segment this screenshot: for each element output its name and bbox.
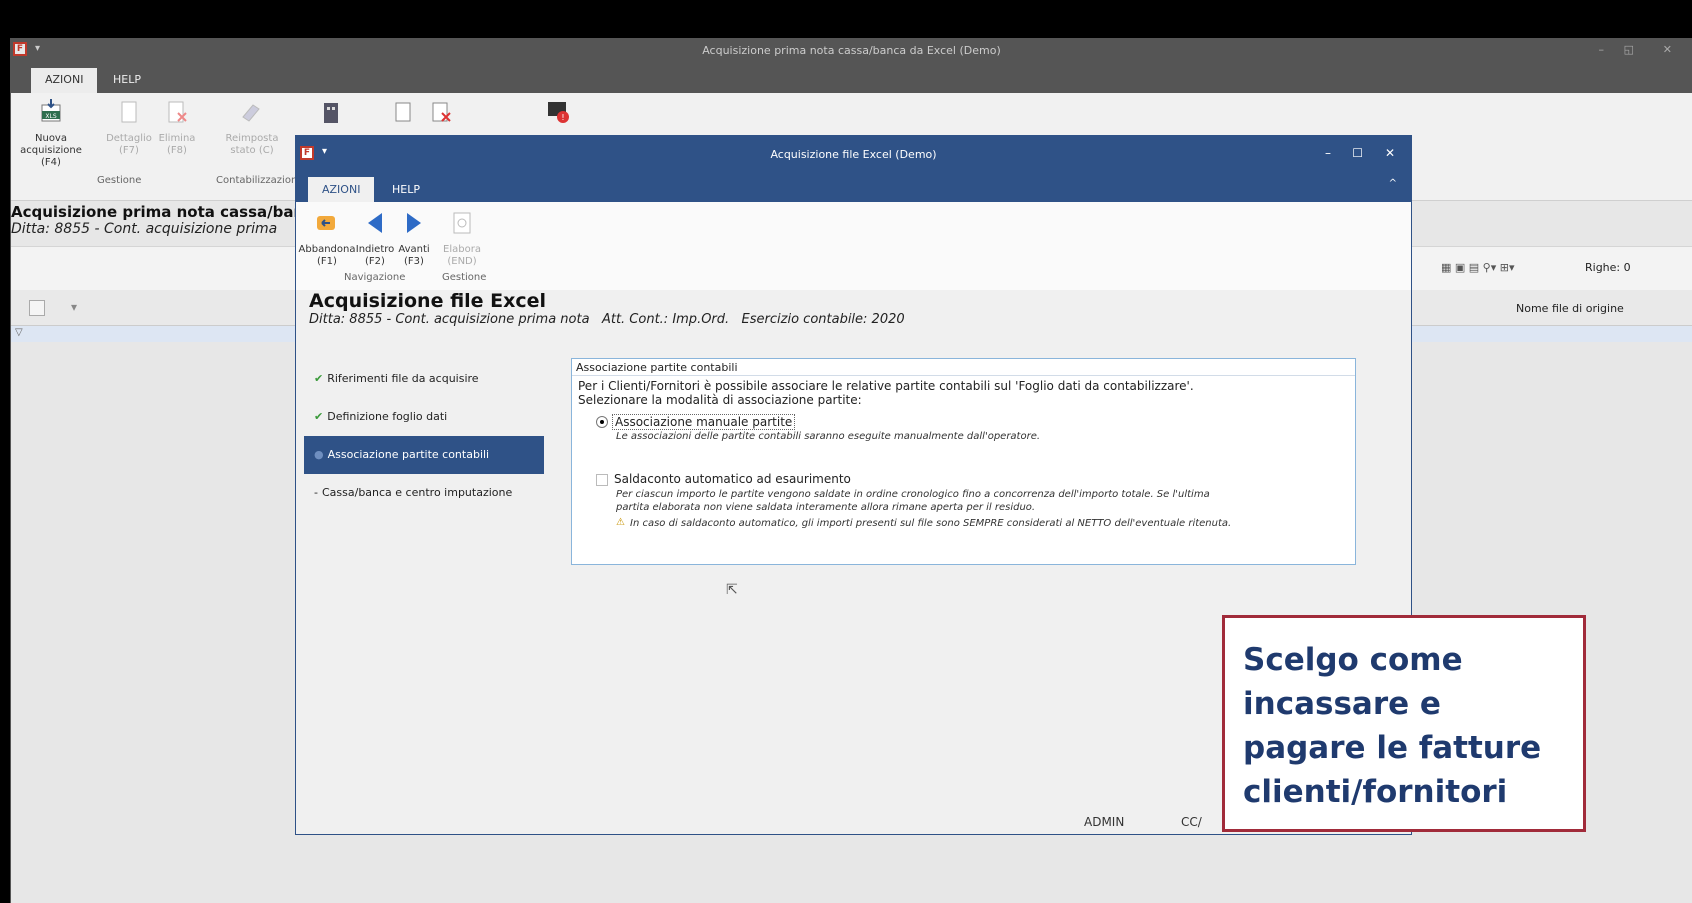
- close-button[interactable]: ✕: [1663, 43, 1672, 56]
- pending-step-icon: -: [314, 486, 318, 499]
- page-title: Acquisizione prima nota cassa/banca: [11, 203, 324, 221]
- dialog-title-bar: F ▾ Acquisizione file Excel (Demo) – ☐ ✕: [296, 136, 1411, 172]
- tab-help[interactable]: HELP: [99, 68, 155, 93]
- delete-document-icon: [168, 101, 187, 123]
- panel-intro-1: Per i Clienti/Fornitori è possibile asso…: [578, 379, 1194, 393]
- dialog-heading: Acquisizione file Excel: [309, 290, 547, 312]
- panel-header: Associazione partite contabili: [572, 359, 1355, 376]
- main-tab-bar: AZIONI HELP: [11, 64, 1692, 93]
- main-title-bar: F ▾ Acquisizione prima nota cassa/banca …: [11, 38, 1692, 64]
- opt-saldaconto-note-2: partita elaborata non viene saldata inte…: [616, 502, 1036, 513]
- dialog-subheading: Ditta: 8855 - Cont. acquisizione prima n…: [309, 312, 905, 327]
- radio-associazione-manuale[interactable]: [596, 416, 608, 428]
- elimina-button[interactable]: Elimina (F8): [157, 99, 197, 157]
- forward-arrow-icon: [407, 213, 421, 233]
- rows-count: Righe: 0: [1585, 261, 1631, 274]
- step-riferimenti[interactable]: ✔ Riferimenti file da acquisire: [304, 360, 544, 398]
- status-cc: CC/: [1181, 815, 1202, 829]
- dettaglio-label: Dettaglio (F7): [106, 133, 152, 156]
- avanti-button[interactable]: Avanti (F3): [394, 210, 434, 268]
- dialog-close-button[interactable]: ✕: [1385, 146, 1395, 160]
- step-cassa-banca[interactable]: - Cassa/banca e centro imputazione: [304, 474, 544, 512]
- dialog-minimize-button[interactable]: –: [1325, 146, 1331, 160]
- nuova-acquisizione-button[interactable]: XLS Nuova acquisizione (F4): [11, 99, 91, 169]
- dialog-tab-bar: AZIONI HELP ^: [296, 172, 1411, 202]
- step-label: Definizione foglio dati: [327, 410, 448, 423]
- minimize-button[interactable]: –: [1599, 43, 1605, 56]
- print-icon: [395, 102, 411, 122]
- building-icon: [324, 103, 338, 123]
- grid-tools-icons[interactable]: ▦ ▣ ▤ ⚲▾ ⊞▾: [1441, 261, 1514, 274]
- svg-text:!: !: [561, 113, 564, 122]
- film-alert-icon: !: [548, 102, 569, 123]
- restore-button[interactable]: ◱: [1624, 43, 1634, 56]
- column-nome-file[interactable]: Nome file di origine: [1516, 302, 1624, 315]
- back-arrow-icon: [368, 213, 382, 233]
- step-label: Associazione partite contabili: [327, 448, 490, 461]
- status-user: ADMIN: [1084, 815, 1125, 829]
- panel-intro-2: Selezionare la modalità di associazione …: [578, 393, 862, 407]
- associazione-panel: Associazione partite contabili Per i Cli…: [571, 358, 1356, 565]
- current-step-icon: ●: [314, 448, 324, 461]
- export-icon: [432, 102, 451, 122]
- indietro-button[interactable]: Indietro (F2): [354, 210, 396, 268]
- document-icon: [121, 101, 137, 123]
- dialog-maximize-button[interactable]: ☐: [1352, 146, 1363, 160]
- filter-icon[interactable]: ▽: [15, 327, 23, 338]
- step-label: Riferimenti file da acquisire: [327, 372, 479, 385]
- collapse-ribbon-icon[interactable]: ^: [1389, 178, 1397, 189]
- opt-saldaconto-label[interactable]: Saldaconto automatico ad esaurimento: [614, 472, 851, 486]
- step-label: Cassa/banca e centro imputazione: [321, 486, 513, 499]
- step-associazione[interactable]: ● Associazione partite contabili: [304, 436, 544, 474]
- opt-manuale-label[interactable]: Associazione manuale partite: [612, 414, 796, 430]
- excel-import-icon: XLS: [41, 99, 61, 122]
- log-button[interactable]: !: [541, 99, 575, 133]
- warning-icon: ⚠: [616, 517, 625, 528]
- abbandona-button[interactable]: Abbandona (F1): [296, 210, 358, 268]
- opt-saldaconto-note-1: Per ciascun importo le partite vengono s…: [616, 489, 1210, 500]
- stampa-button[interactable]: [386, 99, 420, 133]
- dettaglio-button[interactable]: Dettaglio (F7): [103, 99, 155, 157]
- check-icon: ✔: [314, 410, 324, 423]
- callout-annotation: Scelgo come incassare e pagare le fattur…: [1222, 615, 1586, 832]
- group-gestione-label: Gestione: [97, 175, 142, 186]
- svg-text:XLS: XLS: [45, 113, 56, 120]
- indietro-label: Indietro (F2): [355, 244, 395, 267]
- opt-manuale-note: Le associazioni delle partite contabili …: [616, 431, 1041, 442]
- elimina-label: Elimina (F8): [158, 133, 196, 156]
- export-button[interactable]: [424, 99, 458, 133]
- nuova-acquisizione-label: Nuova acquisizione (F4): [20, 133, 82, 168]
- edit-row-icon[interactable]: [29, 300, 45, 316]
- opt-saldaconto-warning: In caso di saldaconto automatico, gli im…: [630, 518, 1232, 529]
- group-gestione-dialog-label: Gestione: [442, 272, 487, 283]
- contabilizza-button[interactable]: [311, 99, 351, 133]
- avanti-label: Avanti (F3): [398, 244, 430, 267]
- step-definizione[interactable]: ✔ Definizione foglio dati: [304, 398, 544, 436]
- process-icon: [453, 212, 471, 234]
- page-subtitle: Ditta: 8855 - Cont. acquisizione prima: [11, 221, 278, 237]
- reset-icon: [242, 104, 260, 122]
- dialog-tab-azioni[interactable]: AZIONI: [308, 177, 375, 202]
- elabora-label: Elabora (END): [443, 244, 481, 267]
- elabora-button[interactable]: Elabora (END): [441, 210, 483, 268]
- abbandona-label: Abbandona (F1): [298, 244, 356, 267]
- column-menu-icon[interactable]: ▾: [71, 300, 77, 314]
- checkbox-saldaconto[interactable]: [596, 474, 608, 486]
- main-window-title: Acquisizione prima nota cassa/banca da E…: [702, 44, 1001, 57]
- reimposta-stato-label: Reimposta stato (C): [225, 133, 279, 156]
- tab-azioni[interactable]: AZIONI: [31, 68, 98, 93]
- mouse-cursor-icon: ⇱: [726, 582, 738, 598]
- group-navigazione-label: Navigazione: [344, 272, 406, 283]
- dialog-tab-help[interactable]: HELP: [378, 177, 434, 202]
- dialog-ribbon: Abbandona (F1) Indietro (F2) Avanti (F3)…: [296, 202, 1411, 290]
- reimposta-stato-button[interactable]: Reimposta stato (C): [217, 99, 287, 157]
- dialog-title: Acquisizione file Excel (Demo): [770, 148, 937, 161]
- check-icon: ✔: [314, 372, 324, 385]
- group-contabilizzazione-label: Contabilizzazione: [216, 175, 304, 186]
- exit-arrow-icon: [317, 216, 335, 230]
